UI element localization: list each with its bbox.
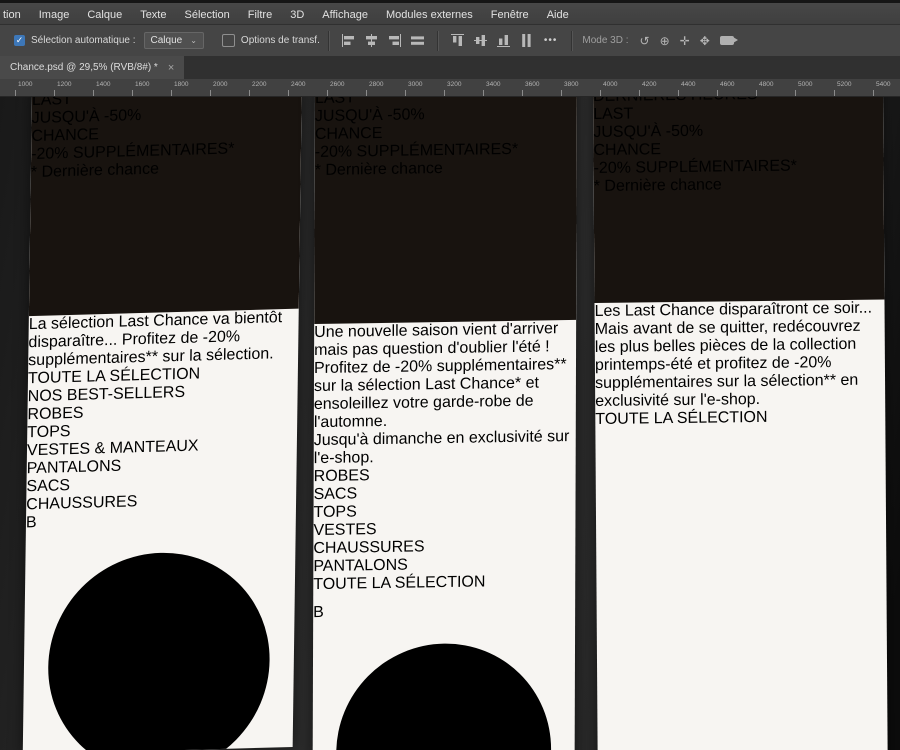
pan-3d-icon[interactable]: ✛ bbox=[680, 34, 690, 48]
hero-wall-background bbox=[196, 96, 302, 312]
ruler-tick: 5400 bbox=[876, 81, 890, 88]
hero-wall-background bbox=[477, 96, 577, 321]
align-left-icon[interactable] bbox=[340, 33, 357, 48]
ruler-tick: 5000 bbox=[798, 81, 812, 88]
auto-select-checkbox[interactable]: ✓ bbox=[14, 35, 25, 46]
email1-intro-text: La sélection Last Chance va bientôt disp… bbox=[28, 309, 299, 371]
transform-controls-checkbox[interactable] bbox=[222, 34, 235, 47]
close-icon[interactable]: × bbox=[168, 62, 174, 74]
ruler-tick: 3400 bbox=[486, 81, 500, 88]
email2-services-row: LIVRAISON & RETOURS OFFERTS PAIEMENT SÉC… bbox=[313, 618, 576, 750]
email2-product-grid: ROBES SACS TOPS VESTES CHAUSSURES bbox=[313, 464, 575, 576]
menu-selection[interactable]: Sélection bbox=[175, 9, 238, 21]
ruler-tick: 2600 bbox=[330, 81, 344, 88]
toolbar-divider bbox=[437, 31, 438, 51]
orbit-3d-icon[interactable]: ↺ bbox=[640, 34, 650, 48]
distribute-vertical-icon[interactable] bbox=[518, 33, 535, 48]
menu-affichage[interactable]: Affichage bbox=[313, 9, 377, 21]
ruler-tick: 4000 bbox=[603, 81, 617, 88]
toolbar-divider bbox=[571, 31, 572, 51]
align-middle-icon[interactable] bbox=[472, 33, 489, 48]
ruler-tick: 1800 bbox=[174, 81, 188, 88]
camera-3d-icon[interactable] bbox=[720, 36, 734, 45]
tool-options-bar: ✓ Sélection automatique : Calque ⌄ Optio… bbox=[0, 24, 900, 57]
menu-texte[interactable]: Texte bbox=[131, 9, 175, 21]
ruler-tick: 1600 bbox=[135, 81, 149, 88]
ruler-tick: 2800 bbox=[369, 81, 383, 88]
artboard-email-3[interactable]: DERNIÈRES HEURES LAST JUSQU'À -50% CHANC… bbox=[593, 96, 888, 750]
auto-select-target-dropdown[interactable]: Calque ⌄ bbox=[144, 32, 204, 49]
menu-edition[interactable]: tion bbox=[0, 9, 30, 21]
email2-cta-all-selection: TOUTE LA SÉLECTION bbox=[313, 572, 575, 594]
align-top-icon[interactable] bbox=[449, 33, 466, 48]
menu-filtre[interactable]: Filtre bbox=[239, 9, 281, 21]
email2-hero-photo: LAST JUSQU'À -50% CHANCE -20% SUPPLÉMENT… bbox=[314, 96, 577, 324]
document-title: Chance.psd @ 29,5% (RVB/8#) * bbox=[10, 62, 158, 73]
menu-calque[interactable]: Calque bbox=[78, 9, 131, 21]
horizontal-ruler[interactable]: 1000 1200 1400 1600 1800 2000 2200 2400 … bbox=[0, 79, 900, 97]
ruler-tick: 4800 bbox=[759, 81, 773, 88]
ruler-tick: 5200 bbox=[837, 81, 851, 88]
chevron-down-icon: ⌄ bbox=[190, 36, 197, 45]
ruler-tick: 4200 bbox=[642, 81, 656, 88]
toolbar-divider bbox=[328, 31, 329, 51]
more-options-icon[interactable]: ••• bbox=[544, 35, 558, 46]
auto-select-label: Sélection automatique : bbox=[31, 35, 136, 46]
ruler-tick: 1000 bbox=[18, 81, 32, 88]
transform-controls-label: Options de transf. bbox=[241, 35, 320, 46]
ruler-tick: 1200 bbox=[57, 81, 71, 88]
ruler-tick: 4600 bbox=[720, 81, 734, 88]
hero-wall-background bbox=[773, 96, 885, 301]
menu-image[interactable]: Image bbox=[30, 9, 79, 21]
align-right-icon[interactable] bbox=[386, 33, 403, 48]
email1-services-row: LIVRAISON & RETOURS OFFERTS PAIEMENT SÉC… bbox=[23, 525, 296, 750]
ruler-tick: 2400 bbox=[291, 81, 305, 88]
document-tab[interactable]: Chance.psd @ 29,5% (RVB/8#) * × bbox=[0, 56, 184, 79]
slide-3d-icon[interactable]: ✥ bbox=[700, 34, 710, 48]
artboard-email-2[interactable]: LAST JUSQU'À -50% CHANCE -20% SUPPLÉMENT… bbox=[313, 96, 577, 750]
ruler-tick: 3600 bbox=[525, 81, 539, 88]
document-canvas[interactable]: LAST JUSQU'À -50% CHANCE -20% SUPPLÉMENT… bbox=[0, 96, 900, 750]
menu-modules-externes[interactable]: Modules externes bbox=[377, 9, 482, 21]
ruler-tick: 2200 bbox=[252, 81, 266, 88]
dropdown-value: Calque bbox=[151, 35, 183, 46]
distribute-horizontal-icon[interactable] bbox=[409, 33, 426, 48]
ruler-tick: 2000 bbox=[213, 81, 227, 88]
document-tab-bar: Chance.psd @ 29,5% (RVB/8#) * × bbox=[0, 56, 900, 79]
menu-aide[interactable]: Aide bbox=[538, 9, 578, 21]
ruler-tick: 3000 bbox=[408, 81, 422, 88]
email2-cta-strip: TOUTE LA SÉLECTION bbox=[313, 572, 575, 594]
email2-offer-paragraph: Profitez de -20% supplémentaires** sur l… bbox=[314, 356, 576, 432]
ruler-tick: 3800 bbox=[564, 81, 578, 88]
email3-cta-all-selection: TOUTE LA SÉLECTION bbox=[595, 407, 885, 429]
email1-category-grid: ROBES TOPS VESTES & MANTEAUX PANTALONS S… bbox=[26, 399, 297, 515]
email3-offer-paragraph: Mais avant de se quitter, redécouvrez le… bbox=[595, 317, 886, 411]
align-center-horizontal-icon[interactable] bbox=[363, 33, 380, 48]
ruler-tick: 1400 bbox=[96, 81, 110, 88]
email2-product-panel: ROBES SACS TOPS VESTES CHAUSSURES bbox=[313, 464, 575, 594]
email1-hero-photo: LAST JUSQU'À -50% CHANCE -20% SUPPLÉMENT… bbox=[29, 96, 302, 316]
menu-fenetre[interactable]: Fenêtre bbox=[482, 9, 538, 21]
ruler-tick: 3200 bbox=[447, 81, 461, 88]
artboard-email-1[interactable]: LAST JUSQU'À -50% CHANCE -20% SUPPLÉMENT… bbox=[23, 96, 302, 750]
email2-intro-text: Une nouvelle saison vient d'arriver mais… bbox=[314, 320, 576, 360]
menu-bar: tion Image Calque Texte Sélection Filtre… bbox=[0, 0, 900, 27]
align-bottom-icon[interactable] bbox=[495, 33, 512, 48]
service-delivery: LIVRAISON & RETOURS OFFERTS bbox=[313, 618, 576, 750]
ruler-tick: 4400 bbox=[681, 81, 695, 88]
menu-3d[interactable]: 3D bbox=[281, 9, 313, 21]
service-delivery: LIVRAISON & RETOURS OFFERTS bbox=[23, 525, 296, 750]
roll-3d-icon[interactable]: ⊕ bbox=[660, 34, 670, 48]
mode-3d-label: Mode 3D : bbox=[582, 35, 628, 46]
email3-hero-photo: DERNIÈRES HEURES LAST JUSQU'À -50% CHANC… bbox=[593, 96, 884, 303]
email2-deadline-note: Jusqu'à dimanche en exclusivité sur l'e-… bbox=[314, 428, 576, 468]
